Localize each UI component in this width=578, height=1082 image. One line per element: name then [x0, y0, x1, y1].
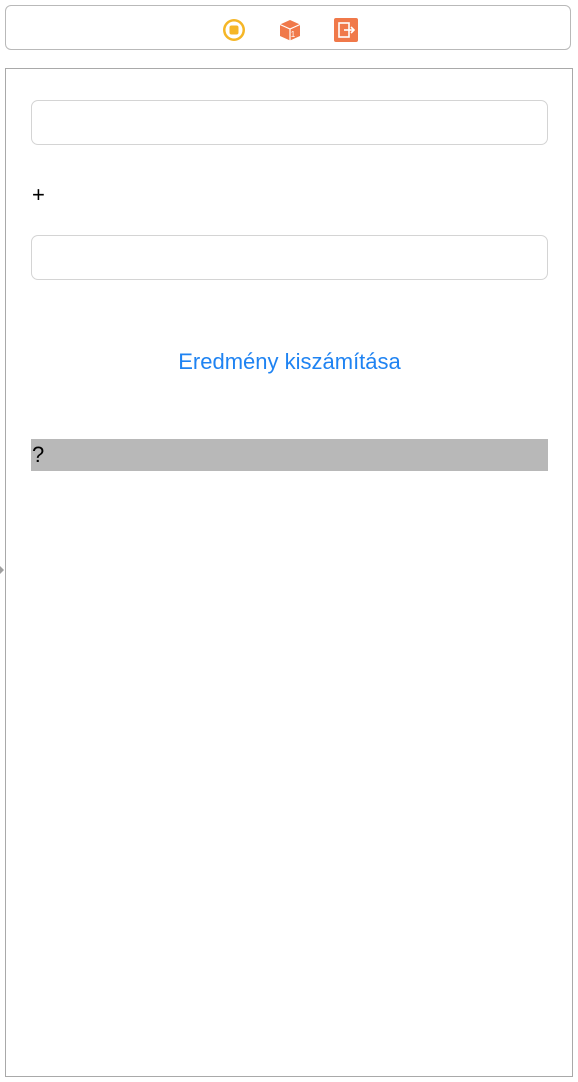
view-controller-icon[interactable]: [222, 18, 246, 42]
first-number-field[interactable]: [31, 100, 548, 145]
view-controller-scene: + Eredmény kiszámítása ?: [5, 68, 573, 1077]
exit-icon[interactable]: [334, 18, 358, 42]
scene-dock: 1: [5, 5, 571, 50]
svg-text:1: 1: [291, 30, 296, 39]
calculate-button[interactable]: Eredmény kiszámítása: [31, 345, 548, 379]
entry-point-arrow-icon: [0, 566, 4, 574]
second-number-field[interactable]: [31, 235, 548, 280]
first-responder-icon[interactable]: 1: [278, 18, 302, 42]
result-label: ?: [31, 439, 548, 471]
operator-label: +: [32, 182, 45, 207]
